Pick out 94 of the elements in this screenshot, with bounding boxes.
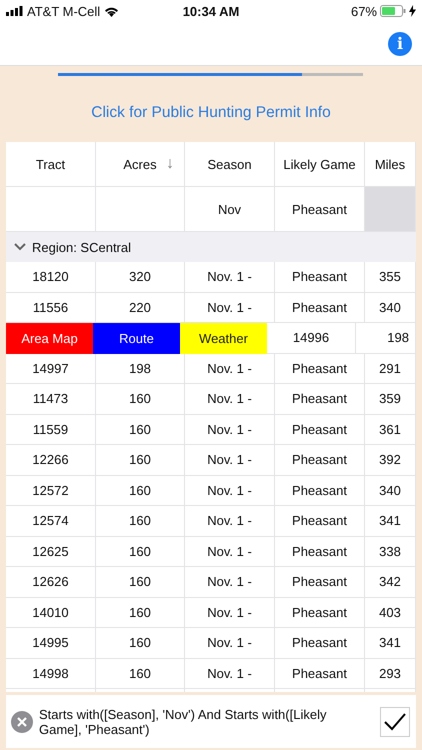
table-cell: 18120 [6, 262, 96, 292]
column-header[interactable]: Acres ↓ [96, 142, 185, 187]
table-cell: Nov. 1 - [185, 262, 275, 292]
group-row[interactable]: Region: SCentral [6, 232, 416, 262]
table-cell: 220 [96, 292, 185, 323]
table-cell: Nov. 1 - [185, 292, 275, 323]
table-cell: 12266 [6, 445, 96, 476]
table-cell: Pheasant [275, 354, 365, 384]
table-cell: 198 [96, 354, 185, 384]
signal-icon [6, 6, 23, 16]
table-cell: Pheasant [275, 414, 365, 445]
table-cell: 14998 [6, 658, 96, 689]
table-cell: Nov. 1 - [185, 628, 275, 658]
table-cell: Pheasant [275, 628, 365, 658]
table-cell: 11556 [6, 292, 96, 323]
charging-bolt-icon [409, 5, 416, 17]
table-cell: Nov. 1 - [185, 384, 275, 414]
column-header[interactable]: Season [185, 142, 275, 187]
table-cell: Pheasant [275, 292, 365, 323]
filter-cell[interactable]: Nov [185, 187, 275, 232]
table-cell: 160 [96, 414, 185, 445]
table-cell: Nov. 1 - [185, 354, 275, 384]
table-cell: 359 [365, 384, 416, 414]
column-header[interactable]: Likely Game [275, 142, 365, 187]
sort-arrow[interactable]: ↓ [166, 155, 174, 173]
table-cell: Nov. 1 - [185, 598, 275, 628]
table-cell: 340 [365, 292, 416, 323]
table-cell: Pheasant [275, 567, 365, 598]
table-cell: Nov. 1 - [185, 414, 275, 445]
filter-expression: Starts with([Season], 'Nov') And Starts with([Likely Game], 'Pheasant') [39, 706, 328, 736]
table-cell: 160 [96, 567, 185, 598]
table-cell: 342 [365, 567, 416, 598]
table-cell: Pheasant [275, 445, 365, 476]
table-cell: 320 [96, 262, 185, 292]
table-cell: 392 [365, 445, 416, 476]
wifi-icon [104, 6, 120, 16]
table-cell: 198 [356, 323, 416, 354]
table-cell: 160 [96, 384, 185, 414]
table-cell: 361 [365, 414, 416, 445]
checkmark-icon [384, 712, 406, 730]
table-cell: 12625 [6, 536, 96, 567]
column-header[interactable]: Miles [365, 142, 416, 187]
filter-cell[interactable]: Pheasant [275, 187, 365, 232]
table-cell: Pheasant [275, 658, 365, 689]
table-cell: Pheasant [275, 598, 365, 628]
table-cell: 160 [96, 598, 185, 628]
table-cell: 340 [365, 476, 416, 506]
table-cell: 291 [365, 354, 416, 384]
swipe-action-button[interactable]: Weather [180, 323, 267, 354]
table-cell: Nov. 1 - [185, 506, 275, 536]
table-cell: Nov. 1 - [185, 536, 275, 567]
table-cell: 12574 [6, 506, 96, 536]
filter-cell[interactable] [6, 187, 96, 232]
table-cell: 160 [96, 628, 185, 658]
table-cell: Nov. 1 - [185, 567, 275, 598]
table-cell: 14010 [6, 598, 96, 628]
table-cell: 14997 [6, 354, 96, 384]
battery-percent: 67% [350, 4, 377, 18]
table-cell: Pheasant [275, 262, 365, 292]
table-cell: 341 [365, 628, 416, 658]
table-cell: 14996 [267, 323, 356, 354]
table-cell: 160 [96, 536, 185, 567]
carrier-name: AT&T M-Cell [27, 4, 100, 18]
table-cell: 11559 [6, 414, 96, 445]
table-cell: Pheasant [275, 506, 365, 536]
table-cell: Pheasant [275, 384, 365, 414]
table-cell: 341 [365, 506, 416, 536]
table-cell: 12626 [6, 567, 96, 598]
clear-filter-icon[interactable] [11, 710, 33, 732]
table-cell: 11473 [6, 384, 96, 414]
column-header[interactable]: Tract [6, 142, 96, 187]
table-cell: Nov. 1 - [185, 445, 275, 476]
table-cell: Nov. 1 - [185, 476, 275, 506]
table-cell: 160 [96, 445, 185, 476]
battery-icon [380, 5, 406, 17]
table-cell: Pheasant [275, 476, 365, 506]
apply-filter-button[interactable] [380, 706, 410, 736]
group-label: Region: SCentral [32, 240, 131, 254]
clock-time: 10:34 AM [182, 4, 240, 18]
info-button[interactable]: i [388, 32, 412, 56]
swipe-action-button[interactable]: Route [93, 323, 180, 354]
table-cell: 160 [96, 506, 185, 536]
filter-cell[interactable] [96, 187, 185, 232]
table-cell: 293 [365, 658, 416, 689]
table-cell: 403 [365, 598, 416, 628]
table-cell: 160 [96, 658, 185, 689]
table-cell: 355 [365, 262, 416, 292]
table-cell: Nov. 1 - [185, 658, 275, 689]
table-cell: 12572 [6, 476, 96, 506]
swipe-action-button[interactable]: Area Map [6, 323, 93, 354]
table-cell: 160 [96, 476, 185, 506]
table-cell: 14995 [6, 628, 96, 658]
table-cell: 338 [365, 536, 416, 567]
table-cell: Pheasant [275, 536, 365, 567]
